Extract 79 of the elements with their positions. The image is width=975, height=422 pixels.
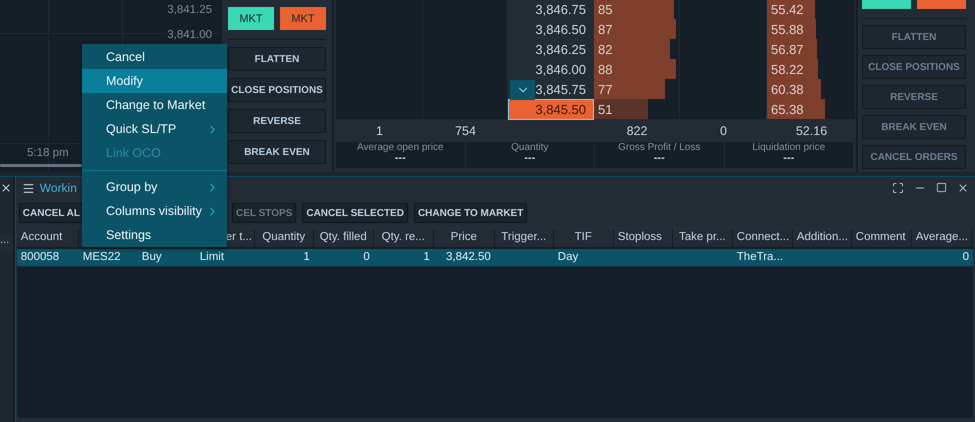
price-axis-label: 3,841.00 [167,29,212,41]
summary-value: 822 [626,124,648,138]
table-cell-text: 800058 [20,250,60,265]
menu-item[interactable]: Columns visibility [82,199,227,223]
table-cell-text: Limit [198,250,226,265]
stat-label: Quantity [511,142,548,153]
column-header[interactable]: Average... [912,229,973,247]
close-icon[interactable] [957,182,969,194]
volume-value: 58.22 [770,62,804,76]
stat-value: --- [394,153,406,163]
table-cell-text: Buy [140,250,163,265]
toolbar-button[interactable]: CANCEL AL [18,203,84,223]
table-cell-text: 1 [422,250,431,265]
table-cell-text: 0 [962,250,970,265]
stat-value: --- [783,153,794,163]
action-button[interactable]: REVERSE [228,109,326,133]
column-header[interactable]: ... [0,234,13,251]
summary-value: 754 [454,124,477,138]
volume-value: 65.38 [770,102,804,116]
volume-value: 55.42 [770,2,804,16]
table-cell-text: 3,842.50 [445,250,492,265]
price-level[interactable]: 3,845.50 [508,99,594,120]
buy-market-button[interactable]: MKT [228,7,274,30]
column-header[interactable]: Comment [852,229,912,247]
column-header[interactable]: Account [16,229,79,247]
column-header[interactable]: Price [434,229,495,247]
maximize-icon[interactable] [936,182,947,193]
action-button[interactable]: FLATTEN [228,47,326,71]
panel-title: Workin [40,181,77,195]
column-header[interactable]: Quantity [254,229,314,247]
volume-value: 60.38 [770,82,804,96]
table-cell-text: 1 [302,250,311,265]
close-icon[interactable] [0,182,12,194]
summary-value: 0 [719,124,728,138]
menu-item[interactable]: Change to Market [82,93,227,117]
size-value: 88 [597,62,612,76]
stat-value: --- [524,153,536,163]
menu-item[interactable]: Cancel [82,45,227,69]
column-header[interactable]: Connect... [732,229,793,247]
column-header[interactable]: Qty. re... [374,229,434,247]
scrollbar-thumb[interactable] [0,164,82,167]
action-button[interactable]: BREAK EVEN [228,140,326,164]
chevron-down-icon[interactable] [510,80,535,100]
toolbar-button[interactable]: CHANGE TO MARKET [414,203,528,223]
order-row[interactable]: 800058 MES22 Buy Limit 1 0 1 3,842.50 Day TheTra... 0 [16,249,973,267]
size-value: 51 [597,102,612,116]
stat-label: Average open price [356,142,444,153]
column-header[interactable]: Take pr... [672,229,733,247]
column-header[interactable]: Addition... [792,229,852,247]
price-axis-label: 3,841.25 [167,4,212,16]
column-header[interactable]: Trigger... [494,229,554,247]
stat-value: --- [654,153,665,163]
sell-market-button[interactable]: MKT [280,7,326,30]
stat-label: Liquidation price [752,142,826,153]
summary-value: 52.16 [794,124,828,138]
table-cell-text: MES22 [82,250,122,265]
fullscreen-icon[interactable] [892,182,904,194]
column-header[interactable]: TIF [554,229,614,247]
table-cell-text: Day [556,250,580,265]
column-header[interactable]: Qty. filled [314,229,374,247]
toolbar-button[interactable]: CANCEL SELECTED [302,203,408,223]
volume-value: 56.87 [770,42,804,56]
summary-value: 1 [375,124,384,138]
size-value: 85 [597,2,612,16]
stat-label: Gross Profit / Loss [618,142,700,153]
action-button[interactable]: CLOSE POSITIONS [228,78,326,102]
table-cell-text: TheTra... [736,250,784,265]
menu-item[interactable]: Group by [82,175,227,199]
table-cell-text: 0 [362,250,371,265]
menu-item[interactable]: Settings [82,223,227,247]
volume-value: 55.88 [770,22,804,36]
size-value: 77 [597,82,612,96]
menu-icon[interactable] [22,182,35,194]
menu-item[interactable]: Quick SL/TP [82,117,227,141]
time-axis-label: 5:18 pm [27,147,69,159]
size-value: 82 [597,42,612,56]
column-header[interactable]: Stoploss [614,229,673,247]
size-value: 87 [597,22,612,36]
menu-item[interactable]: Modify [82,69,227,93]
